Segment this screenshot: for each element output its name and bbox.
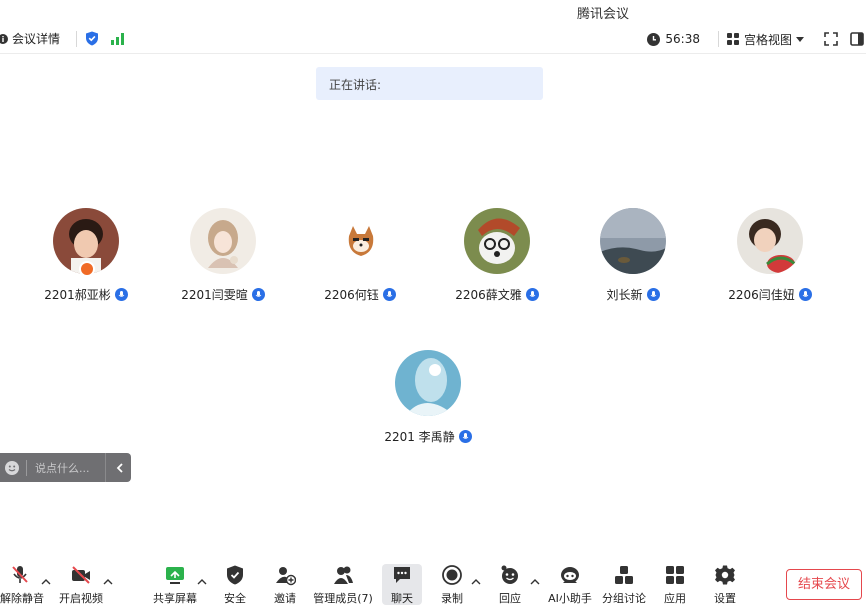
avatar bbox=[190, 208, 256, 274]
video-off-icon bbox=[72, 566, 90, 584]
reactions-label: 回应 bbox=[499, 592, 521, 605]
unmute-button[interactable]: 解除静音 bbox=[0, 564, 44, 606]
participant-name: 2206何钰 bbox=[324, 288, 379, 302]
chat-button[interactable]: 聊天 bbox=[384, 564, 420, 606]
participant-tile[interactable]: 2201闫雯暄 bbox=[153, 208, 293, 303]
start-video-button[interactable]: 开启视频 bbox=[58, 564, 104, 606]
security-label: 安全 bbox=[224, 592, 246, 605]
mic-off-icon bbox=[12, 566, 28, 583]
participant-name: 2201 李禹静 bbox=[384, 430, 455, 444]
invite-icon bbox=[276, 567, 296, 586]
window-title: 腾讯会议 bbox=[576, 7, 629, 22]
chevron-up-icon[interactable] bbox=[471, 578, 481, 585]
info-icon[interactable] bbox=[0, 33, 8, 44]
participant-tile[interactable]: 2201郝亚彬 bbox=[16, 208, 156, 303]
avatar bbox=[600, 208, 666, 274]
meeting-info-button[interactable]: 会议详情 bbox=[12, 30, 60, 47]
participant-name: 2206闫佳妞 bbox=[728, 288, 795, 302]
meeting-timer: 56:38 bbox=[665, 32, 700, 46]
breakout-button[interactable]: 分组讨论 bbox=[600, 564, 648, 606]
invite-button[interactable]: 邀请 bbox=[268, 564, 302, 606]
manage-members-button[interactable]: 管理成员(7) bbox=[313, 564, 373, 606]
security-button[interactable]: 安全 bbox=[218, 564, 252, 606]
share-screen-icon bbox=[166, 567, 184, 584]
chat-icon bbox=[394, 567, 410, 583]
end-meeting-button[interactable]: 结束会议 bbox=[786, 569, 862, 600]
share-screen-label: 共享屏幕 bbox=[153, 592, 197, 605]
unmute-label: 解除静音 bbox=[0, 592, 44, 605]
avatar bbox=[737, 208, 803, 274]
mic-icon bbox=[458, 430, 472, 443]
chevron-up-icon[interactable] bbox=[41, 578, 51, 585]
settings-icon bbox=[715, 565, 735, 585]
apps-label: 应用 bbox=[664, 592, 686, 605]
emoji-icon[interactable] bbox=[5, 460, 19, 475]
divider bbox=[26, 459, 27, 476]
side-panel-icon[interactable] bbox=[850, 32, 864, 46]
manage-members-label: 管理成员(7) bbox=[313, 592, 373, 605]
participant-tile[interactable]: 刘长新 bbox=[563, 208, 703, 303]
clock-icon bbox=[647, 32, 661, 46]
speaking-indicator: 正在讲话: bbox=[316, 67, 543, 100]
apps-icon bbox=[666, 566, 684, 584]
floating-chat-bar: 说点什么... bbox=[0, 453, 131, 482]
chevron-down-icon[interactable] bbox=[796, 36, 804, 42]
fullscreen-icon[interactable] bbox=[824, 32, 838, 46]
ai-assistant-button[interactable]: AI小助手 bbox=[546, 564, 594, 606]
record-button[interactable]: 录制 bbox=[435, 564, 469, 606]
avatar bbox=[464, 208, 530, 274]
ai-assistant-icon bbox=[561, 567, 579, 583]
avatar bbox=[327, 208, 393, 274]
participant-tile[interactable]: 2206薛文雅 bbox=[427, 208, 567, 303]
shield-icon[interactable] bbox=[85, 31, 99, 46]
shield-icon bbox=[227, 565, 243, 585]
settings-label: 设置 bbox=[714, 592, 736, 605]
reactions-button[interactable]: 回应 bbox=[493, 564, 527, 606]
window-titlebar: 腾讯会议 bbox=[0, 0, 866, 24]
ai-assistant-label: AI小助手 bbox=[548, 592, 592, 605]
apps-button[interactable]: 应用 bbox=[658, 564, 692, 606]
participant-tile[interactable]: 2201 李禹静 bbox=[358, 350, 498, 445]
mic-icon bbox=[114, 288, 128, 301]
members-icon bbox=[334, 566, 353, 584]
participant-name: 2201闫雯暄 bbox=[181, 288, 248, 302]
mic-icon bbox=[251, 288, 265, 301]
reaction-icon bbox=[501, 565, 518, 584]
avatar bbox=[395, 350, 461, 416]
chevron-left-icon[interactable] bbox=[115, 462, 125, 473]
start-video-label: 开启视频 bbox=[59, 592, 103, 605]
chevron-up-icon[interactable] bbox=[530, 578, 540, 585]
divider bbox=[717, 31, 719, 47]
share-screen-button[interactable]: 共享屏幕 bbox=[152, 564, 198, 606]
meeting-topbar: 会议详情 56:38 宫格视图 bbox=[0, 24, 866, 54]
participant-tile[interactable]: 2206闫佳妞 bbox=[700, 208, 840, 303]
host-badge-icon bbox=[79, 261, 95, 277]
divider bbox=[105, 453, 106, 482]
chat-input[interactable]: 说点什么... bbox=[35, 460, 97, 476]
participant-tile[interactable]: 2206何钰 bbox=[290, 208, 430, 303]
breakout-icon bbox=[615, 566, 633, 584]
mic-icon bbox=[646, 288, 660, 301]
record-icon bbox=[442, 565, 462, 585]
record-label: 录制 bbox=[441, 592, 463, 605]
invite-label: 邀请 bbox=[274, 592, 296, 605]
participant-name: 2206薛文雅 bbox=[455, 288, 522, 302]
mic-icon bbox=[382, 288, 396, 301]
signal-icon[interactable] bbox=[111, 32, 125, 45]
breakout-label: 分组讨论 bbox=[602, 592, 646, 605]
view-mode-dropdown[interactable]: 宫格视图 bbox=[744, 31, 792, 48]
meeting-toolbar: 解除静音 开启视频 共享屏幕 安全 邀请 管理成员(7) 聊天 录制 回应 AI… bbox=[0, 556, 866, 606]
avatar bbox=[53, 208, 119, 277]
participant-name: 2201郝亚彬 bbox=[44, 288, 111, 302]
divider bbox=[76, 30, 78, 47]
chevron-up-icon[interactable] bbox=[103, 578, 113, 585]
mic-icon bbox=[798, 288, 812, 301]
chevron-up-icon[interactable] bbox=[197, 578, 207, 585]
participant-name: 刘长新 bbox=[606, 288, 643, 302]
mic-icon bbox=[525, 288, 539, 301]
settings-button[interactable]: 设置 bbox=[708, 564, 742, 606]
chat-label: 聊天 bbox=[391, 592, 413, 605]
grid-view-icon[interactable] bbox=[726, 33, 739, 45]
